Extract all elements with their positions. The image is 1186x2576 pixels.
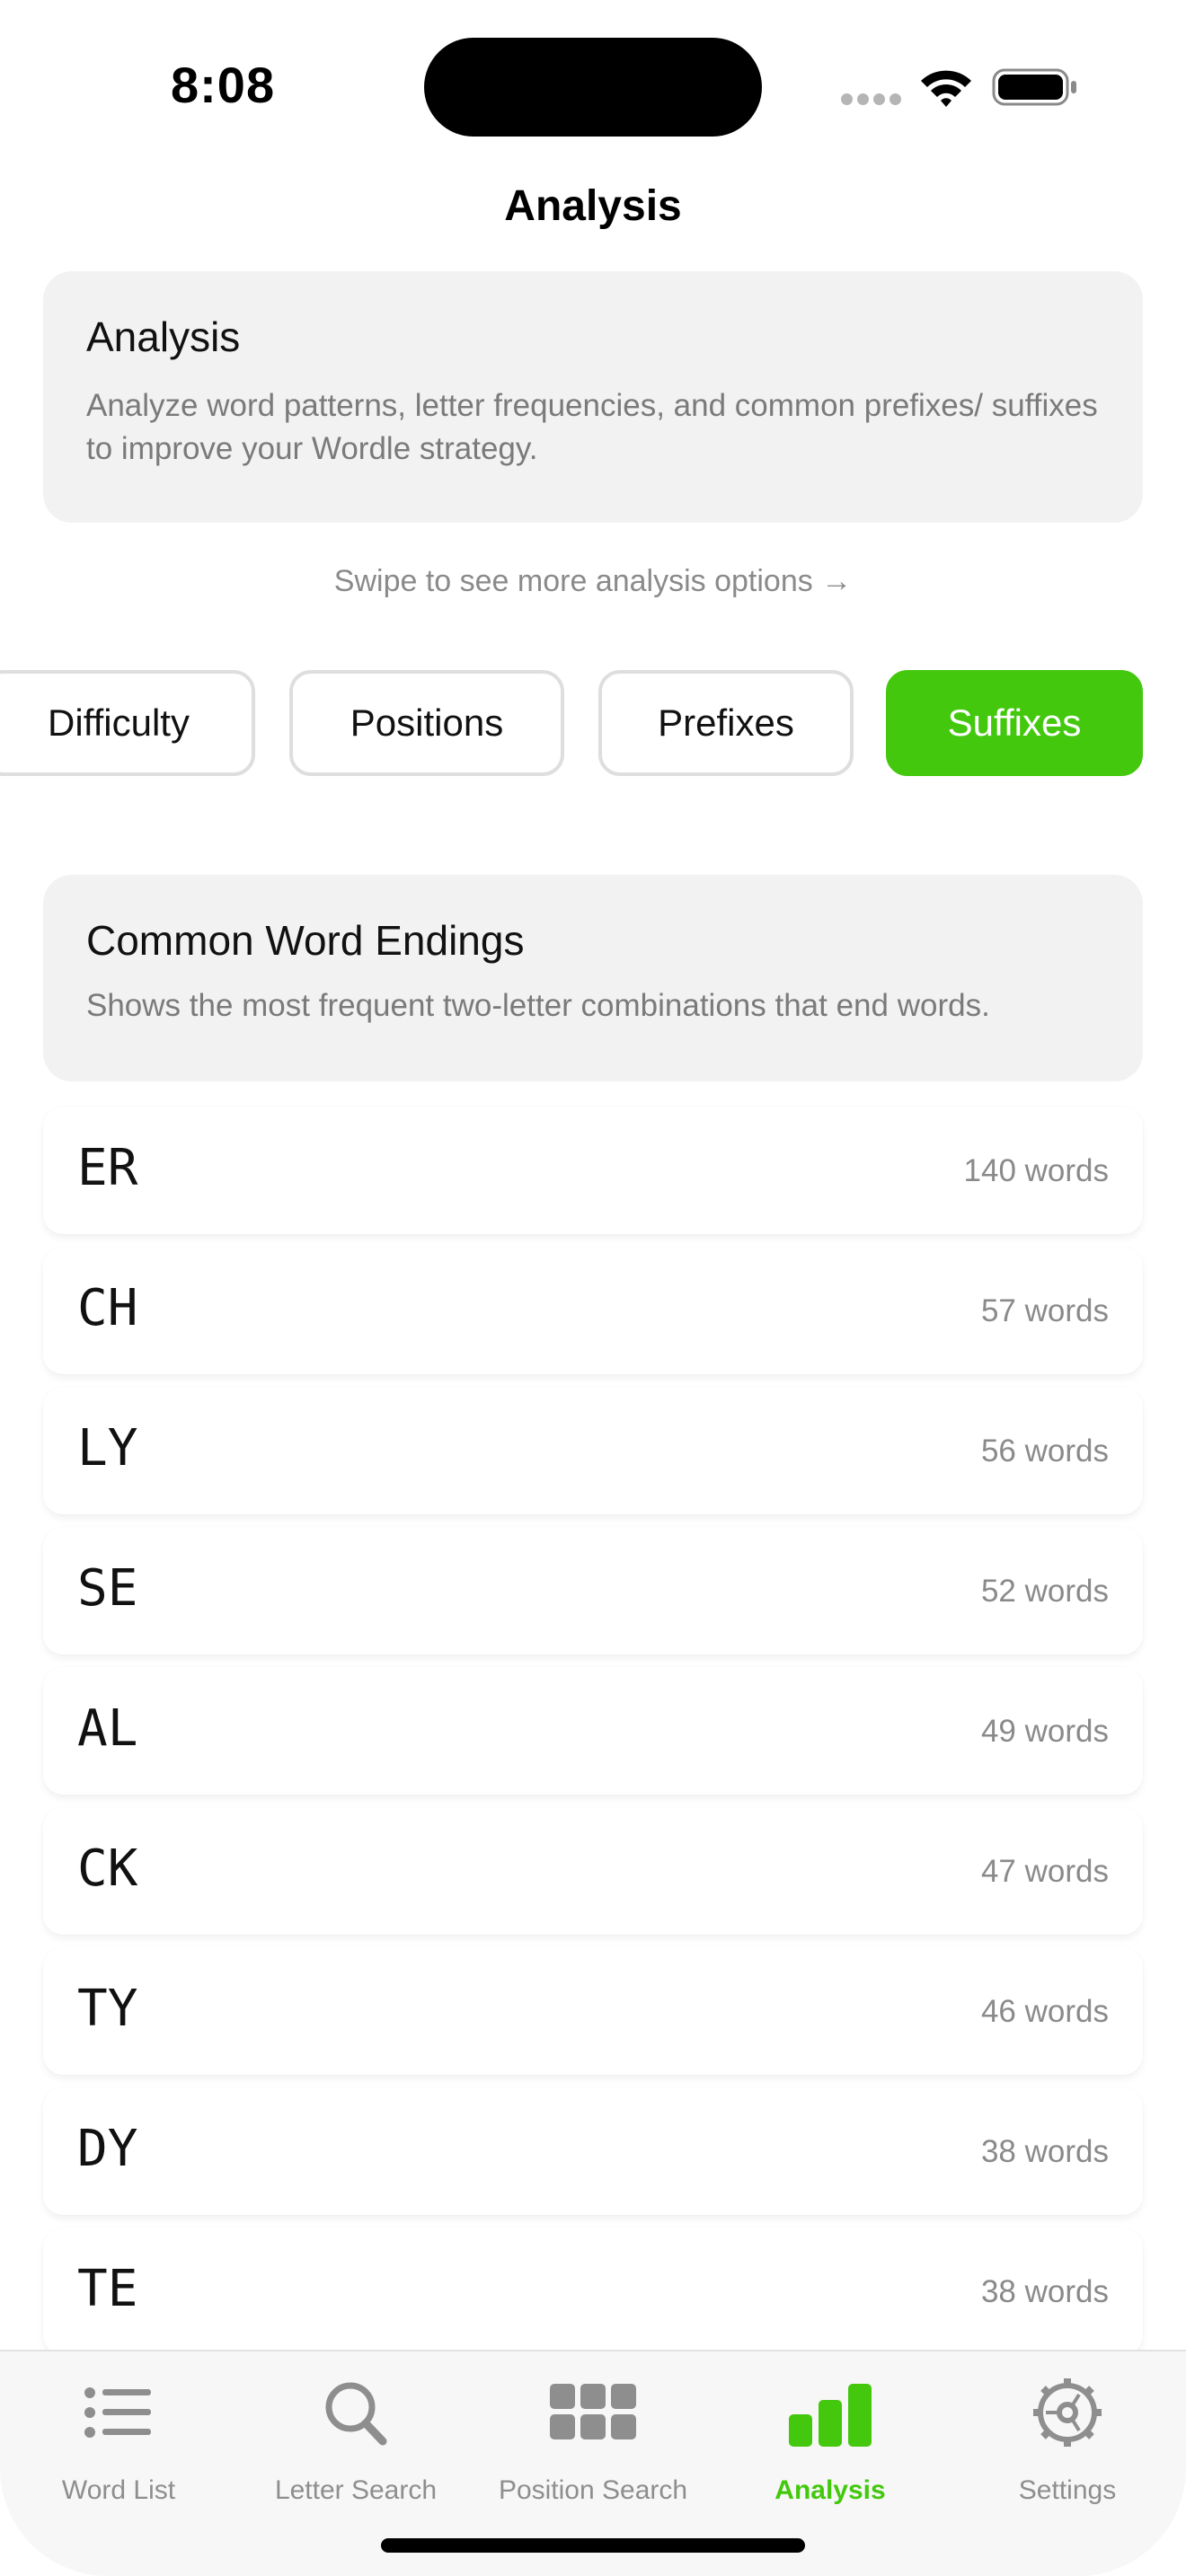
suffix-count: 56 words <box>980 1434 1109 1469</box>
suffix-label: CH <box>77 1279 138 1337</box>
segment-suffixes[interactable]: Suffixes <box>886 670 1143 776</box>
grid-icon <box>550 2384 636 2439</box>
suffix-count: 47 words <box>980 1854 1109 1889</box>
suffix-row[interactable]: LY 56 words <box>43 1387 1143 1514</box>
suffix-label: DY <box>77 2120 138 2178</box>
suffix-row[interactable]: CK 47 words <box>43 1807 1143 1935</box>
suffix-label: TY <box>77 1980 138 2038</box>
suffix-label: ER <box>77 1139 138 1197</box>
suffix-row[interactable]: DY 38 words <box>43 2087 1143 2215</box>
tab-position-search[interactable]: Position Search <box>474 2378 712 2513</box>
suffix-count: 46 words <box>980 1994 1109 2029</box>
suffix-row[interactable]: TE 38 words <box>43 2228 1143 2355</box>
suffix-count: 140 words <box>963 1153 1109 1188</box>
bar-chart-icon <box>789 2384 872 2447</box>
tab-analysis-label: Analysis <box>774 2475 886 2505</box>
segment-suffixes-label: Suffixes <box>947 701 1082 744</box>
section-title: Common Word Endings <box>86 917 525 964</box>
suffix-count: 38 words <box>980 2274 1109 2309</box>
intro-card-description: Analyze word patterns, letter frequencie… <box>86 388 1098 466</box>
suffix-count: 57 words <box>980 1293 1109 1328</box>
suffix-row[interactable]: AL 49 words <box>43 1667 1143 1795</box>
intro-card: Analysis Analyze word patterns, letter f… <box>43 271 1143 523</box>
battery-icon <box>992 68 1076 106</box>
tab-word-list-label: Word List <box>61 2475 176 2505</box>
tab-analysis[interactable]: Analysis <box>712 2378 949 2513</box>
segment-difficulty[interactable]: Difficulty <box>0 670 255 776</box>
status-bar: 8:08 <box>0 0 1186 171</box>
suffix-row[interactable]: ER 140 words <box>43 1107 1143 1234</box>
suffix-row[interactable]: SE 52 words <box>43 1527 1143 1654</box>
segment-positions-label: Positions <box>350 701 504 744</box>
page-title: Analysis <box>504 182 682 230</box>
list-icon <box>84 2387 151 2438</box>
wifi-icon <box>921 70 971 107</box>
suffix-label: LY <box>77 1419 138 1478</box>
suffix-row[interactable]: TY 46 words <box>43 1947 1143 2075</box>
suffix-count: 49 words <box>980 1714 1109 1749</box>
gear-icon <box>1033 2378 1102 2447</box>
dynamic-island <box>424 38 762 137</box>
status-time: 8:08 <box>171 57 276 113</box>
suffix-count: 38 words <box>980 2134 1109 2169</box>
swipe-hint: Swipe to see more analysis options → <box>333 564 853 598</box>
search-icon <box>325 2382 387 2446</box>
suffix-label: SE <box>77 1559 138 1618</box>
tab-position-search-label: Position Search <box>498 2475 688 2505</box>
segment-prefixes[interactable]: Prefixes <box>598 670 854 776</box>
home-indicator <box>381 2538 805 2553</box>
tab-settings[interactable]: Settings <box>949 2378 1186 2513</box>
tab-settings-label: Settings <box>1018 2475 1117 2505</box>
cellular-signal-icon <box>841 93 902 106</box>
segment-difficulty-label: Difficulty <box>48 701 190 744</box>
segment-positions[interactable]: Positions <box>289 670 564 776</box>
segment-prefixes-label: Prefixes <box>658 701 794 744</box>
suffix-label: AL <box>77 1699 138 1758</box>
section-card: Common Word Endings Shows the most frequ… <box>43 875 1143 1081</box>
tab-word-list[interactable]: Word List <box>0 2378 237 2513</box>
suffix-label: TE <box>77 2260 138 2318</box>
tab-letter-search[interactable]: Letter Search <box>237 2378 474 2513</box>
suffix-count: 52 words <box>980 1574 1109 1609</box>
suffix-row[interactable]: CH 57 words <box>43 1247 1143 1374</box>
suffix-label: CK <box>77 1839 138 1898</box>
intro-card-title: Analysis <box>86 313 241 360</box>
section-description: Shows the most frequent two-letter combi… <box>86 988 990 1023</box>
tab-letter-search-label: Letter Search <box>274 2475 438 2505</box>
